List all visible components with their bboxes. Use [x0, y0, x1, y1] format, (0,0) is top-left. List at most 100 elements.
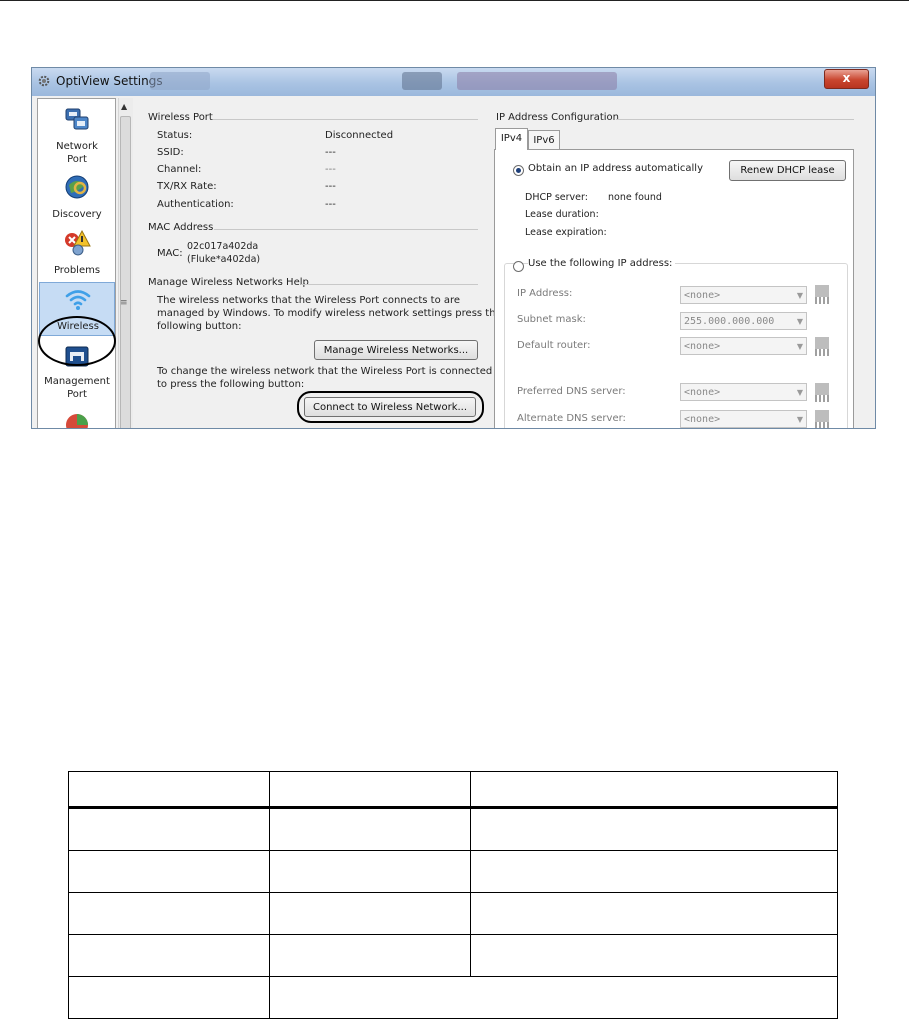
- renew-dhcp-lease-button[interactable]: Renew DHCP lease: [729, 160, 846, 181]
- preferred-dns-label: Preferred DNS server:: [517, 386, 626, 397]
- table-cell: [470, 934, 838, 977]
- manage-help-text: managed by Windows. To modify wireless n…: [157, 308, 502, 319]
- nav-label: Management: [44, 376, 110, 387]
- ip-address-label: IP Address:: [517, 288, 573, 299]
- alternate-dns-field[interactable]: <none> ▼: [680, 410, 807, 428]
- status-label: Status:: [157, 130, 193, 141]
- chevron-down-icon: ▼: [796, 415, 803, 424]
- chevron-down-icon: ▼: [796, 317, 803, 326]
- manage-help-text: following button:: [157, 321, 242, 332]
- default-router-field[interactable]: <none> ▼: [680, 337, 807, 355]
- table-cell: [68, 934, 270, 977]
- nav-item-problems[interactable]: Problems: [39, 225, 115, 277]
- subnet-mask-value: 255.000.000.000: [684, 316, 775, 327]
- problems-icon: [65, 229, 91, 256]
- table-cell: [269, 934, 471, 977]
- chevron-down-icon: ▼: [796, 388, 803, 397]
- mac-value: 02c017a402da: [187, 241, 259, 252]
- default-router-label: Default router:: [517, 340, 591, 351]
- ip-config-header: IP Address Configuration: [496, 112, 619, 123]
- group-divider: [301, 284, 478, 285]
- ssid-label: SSID:: [157, 147, 184, 158]
- nav-scrollbar[interactable]: ▲: [118, 98, 133, 428]
- table-cell: [470, 850, 838, 893]
- router-picker-icon[interactable]: [812, 335, 832, 357]
- manage-networks-header: Manage Wireless Networks Help: [148, 277, 309, 288]
- table-header-cell: [470, 771, 838, 809]
- nav-label: Problems: [53, 265, 101, 276]
- background-window-ghost: [457, 72, 617, 90]
- ip-address-field[interactable]: <none> ▼: [680, 286, 807, 304]
- nav-label: Port: [67, 154, 87, 165]
- use-following-ip-label[interactable]: Use the following IP address:: [528, 258, 676, 269]
- preferred-dns-picker-icon[interactable]: [812, 381, 832, 403]
- table-cell: [68, 808, 270, 851]
- gear-icon: [38, 75, 50, 87]
- alternate-dns-value: <none>: [684, 414, 721, 425]
- lease-duration-label: Lease duration:: [525, 209, 599, 220]
- status-value: Disconnected: [325, 130, 394, 141]
- mac-label: MAC:: [157, 248, 183, 259]
- window-title: OptiView Settings: [56, 74, 163, 88]
- table-cell: [68, 850, 270, 893]
- txrx-rate-value: ---: [325, 181, 336, 192]
- table-cell: [269, 892, 471, 935]
- address-picker-icon[interactable]: [812, 283, 832, 305]
- obtain-automatically-label[interactable]: Obtain an IP address automatically: [528, 163, 703, 174]
- nav-label: Network: [56, 141, 98, 152]
- manage-help-text: The wireless networks that the Wireless …: [157, 295, 461, 306]
- alternate-dns-picker-icon[interactable]: [812, 408, 832, 429]
- dhcp-server-label: DHCP server:: [525, 192, 588, 203]
- obtain-automatically-radio[interactable]: [513, 165, 524, 176]
- page-top-rule: [0, 0, 909, 1]
- scrollbar-thumb[interactable]: [120, 116, 131, 428]
- nav-item-network-port[interactable]: Network Port: [39, 103, 115, 165]
- table-cell: [68, 976, 270, 1019]
- table-cell: [470, 808, 838, 851]
- channel-label: Channel:: [157, 164, 202, 175]
- use-following-ip-radio[interactable]: [513, 261, 524, 272]
- mac-alias: (Fluke*a402da): [187, 254, 261, 265]
- title-bar[interactable]: OptiView Settings x: [32, 68, 875, 96]
- scroll-up-arrow-icon[interactable]: ▲: [121, 102, 127, 111]
- wireless-port-header: Wireless Port: [148, 112, 213, 123]
- connect-help-text: to press the following button:: [157, 379, 305, 390]
- settings-nav: Network Port Discovery Problems Wireless…: [37, 98, 116, 428]
- table-cell: [68, 892, 270, 935]
- nav-label: Discovery: [52, 209, 102, 220]
- lease-expiration-label: Lease expiration:: [525, 227, 607, 238]
- tab-ipv6[interactable]: IPv6: [528, 130, 560, 150]
- ip-address-value: <none>: [684, 290, 721, 301]
- table-header-cell: [68, 771, 270, 809]
- optiview-settings-window: OptiView Settings x Network Port Discove…: [31, 67, 876, 429]
- chevron-down-icon: ▼: [796, 342, 803, 351]
- subnet-mask-field[interactable]: 255.000.000.000 ▼: [680, 312, 807, 330]
- mac-address-header: MAC Address: [148, 222, 214, 233]
- preferred-dns-field[interactable]: <none> ▼: [680, 383, 807, 401]
- tab-ipv4[interactable]: IPv4: [495, 128, 528, 150]
- chevron-down-icon: ▼: [796, 291, 803, 300]
- close-button[interactable]: x: [824, 69, 869, 89]
- subnet-mask-label: Subnet mask:: [517, 314, 586, 325]
- group-divider: [214, 229, 478, 230]
- preferred-dns-value: <none>: [684, 387, 721, 398]
- txrx-rate-label: TX/RX Rate:: [157, 181, 217, 192]
- table-cell: [470, 892, 838, 935]
- wireless-highlight-ring: [38, 316, 116, 366]
- table-cell: [269, 850, 471, 893]
- authentication-value: ---: [325, 199, 336, 210]
- nav-item-discovery[interactable]: Discovery: [39, 169, 115, 221]
- ssid-value: ---: [325, 147, 336, 158]
- connect-button-highlight: [297, 391, 484, 423]
- default-router-value: <none>: [684, 341, 721, 352]
- dhcp-server-value: none found: [608, 192, 662, 203]
- network-port-icon: [65, 108, 89, 130]
- discovery-icon: [65, 175, 89, 199]
- wireless-icon: [65, 290, 91, 310]
- splitter-grip-icon[interactable]: ≡: [120, 298, 128, 308]
- manage-wireless-networks-button[interactable]: Manage Wireless Networks...: [314, 340, 478, 360]
- alternate-dns-label: Alternate DNS server:: [517, 413, 626, 424]
- table-header-cell: [269, 771, 471, 809]
- group-divider: [213, 119, 478, 120]
- nav-label: Port: [67, 389, 87, 400]
